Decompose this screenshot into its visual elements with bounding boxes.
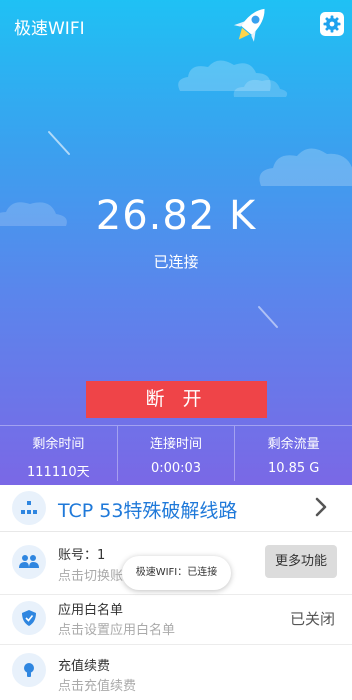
stats-bar: 剩余时间 111110天 连接时间 0:00:03 剩余流量 10.85 G xyxy=(0,425,352,481)
chevron-right-icon xyxy=(315,497,327,517)
shield-icon xyxy=(22,610,36,626)
network-icon xyxy=(21,501,37,514)
account-icon-badge xyxy=(12,545,46,579)
recharge-title: 充值续费 xyxy=(58,659,111,674)
hero-panel: 极速WIFI 26.82 K 已连接 断 开 剩余时间 111110天 连接时间… xyxy=(0,0,352,485)
meteor-decoration xyxy=(48,131,70,155)
settings-button[interactable] xyxy=(320,12,344,36)
disconnect-button[interactable]: 断 开 xyxy=(86,381,267,418)
route-icon-badge xyxy=(12,491,46,525)
rocket-icon xyxy=(233,8,265,42)
stat-value: 111110天 xyxy=(27,465,90,480)
stat-remaining-time: 剩余时间 111110天 xyxy=(0,426,117,481)
account-subtitle: 点击切换账 xyxy=(58,569,124,584)
stat-label: 剩余时间 xyxy=(32,437,85,452)
connection-status: 已连接 xyxy=(153,253,199,271)
toast-notification: 极速WIFI：已连接 xyxy=(122,556,231,590)
gear-icon xyxy=(323,15,341,33)
cloud-decoration xyxy=(259,148,352,186)
whitelist-subtitle: 点击设置应用白名单 xyxy=(58,623,176,638)
whitelist-title: 应用白名单 xyxy=(58,603,124,618)
route-title: TCP 53特殊破解线路 xyxy=(58,500,238,522)
recharge-row[interactable]: 充值续费 点击充值续费 xyxy=(0,645,352,700)
app-title: 极速WIFI xyxy=(14,19,85,39)
route-selector[interactable]: TCP 53特殊破解线路 xyxy=(0,485,352,532)
stat-connected-time: 连接时间 0:00:03 xyxy=(116,426,235,481)
users-icon xyxy=(19,555,39,568)
cloud-decoration xyxy=(233,79,288,97)
lightbulb-icon xyxy=(24,663,34,677)
more-features-button[interactable]: 更多功能 xyxy=(265,545,337,578)
recharge-subtitle: 点击充值续费 xyxy=(58,679,137,694)
stat-value: 10.85 G xyxy=(267,461,320,476)
account-title: 账号：1 xyxy=(58,548,106,563)
whitelist-icon-badge xyxy=(12,601,46,635)
stat-label: 剩余流量 xyxy=(267,437,320,452)
whitelist-status: 已关闭 xyxy=(290,610,336,628)
stat-value: 0:00:03 xyxy=(150,461,202,476)
stat-label: 连接时间 xyxy=(150,437,203,452)
recharge-icon-badge xyxy=(12,653,46,687)
meteor-decoration xyxy=(258,306,278,328)
speed-readout: 26.82 K xyxy=(95,193,257,239)
stat-remaining-data: 剩余流量 10.85 G xyxy=(234,426,352,481)
